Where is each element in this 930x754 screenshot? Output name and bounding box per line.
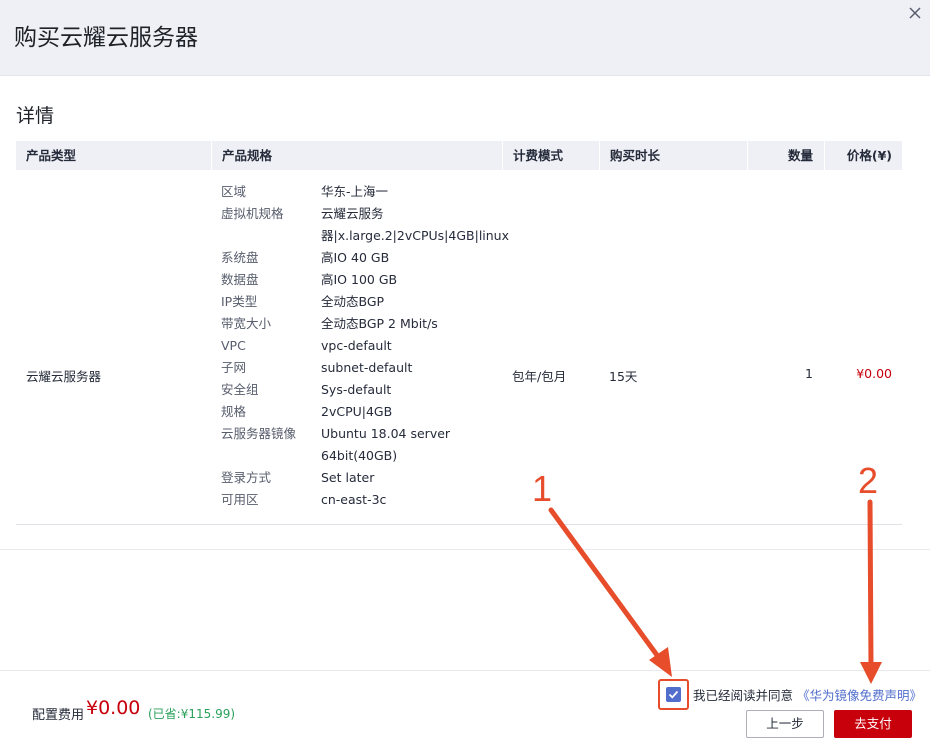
checkbox-box xyxy=(666,687,681,702)
section-title: 详情 xyxy=(16,105,55,127)
header-product-type: 产品类型 xyxy=(26,148,77,163)
header-price: 价格(¥) xyxy=(824,141,902,170)
footer-divider xyxy=(0,670,930,671)
header-duration: 购买时长 xyxy=(599,141,747,170)
annotation-number-2: 2 xyxy=(858,460,879,501)
agree-text: 我已经阅读并同意 xyxy=(693,688,794,703)
fee-label: 配置费用 xyxy=(32,708,85,723)
annotation-number-1: 1 xyxy=(532,468,553,509)
check-icon xyxy=(668,690,679,699)
header-quantity: 数量 xyxy=(747,141,824,170)
previous-step-button[interactable]: 上一步 xyxy=(746,710,824,738)
content-divider xyxy=(0,549,930,550)
billing-mode-cell: 包年/包月 xyxy=(512,369,567,384)
annotation-arrow-2 xyxy=(860,499,882,684)
price-cell: ¥0.00 xyxy=(856,366,892,381)
quantity-cell: 1 xyxy=(805,366,813,381)
duration-cell: 15天 xyxy=(609,369,638,384)
annotation-arrow-1 xyxy=(548,507,672,677)
order-table: 产品类型 产品规格 计费模式 购买时长 数量 价格(¥) 云耀云服务器 区域 华东… xyxy=(16,141,902,525)
close-button[interactable] xyxy=(906,4,924,22)
fee-value: ¥0.00 xyxy=(86,697,141,719)
product-type-cell: 云耀云服务器 xyxy=(26,369,102,384)
close-icon xyxy=(909,7,921,19)
agree-checkbox[interactable] xyxy=(658,679,689,710)
pay-button[interactable]: 去支付 xyxy=(834,710,912,738)
dialog-title: 购买云耀云服务器 xyxy=(14,25,198,51)
disclaimer-link[interactable]: 《华为镜像免费声明》 xyxy=(797,685,922,704)
header-product-spec: 产品规格 xyxy=(211,141,502,170)
header-billing-mode: 计费模式 xyxy=(502,141,599,170)
table-row: 云耀云服务器 区域 华东-上海一 虚拟机规格 云耀云服务 器|x.large.2|2… xyxy=(16,170,902,525)
fee-saved: (已省:¥115.99) xyxy=(148,707,236,721)
table-header: 产品类型 产品规格 计费模式 购买时长 数量 价格(¥) xyxy=(16,141,902,170)
dialog-header: 购买云耀云服务器 xyxy=(0,0,930,76)
